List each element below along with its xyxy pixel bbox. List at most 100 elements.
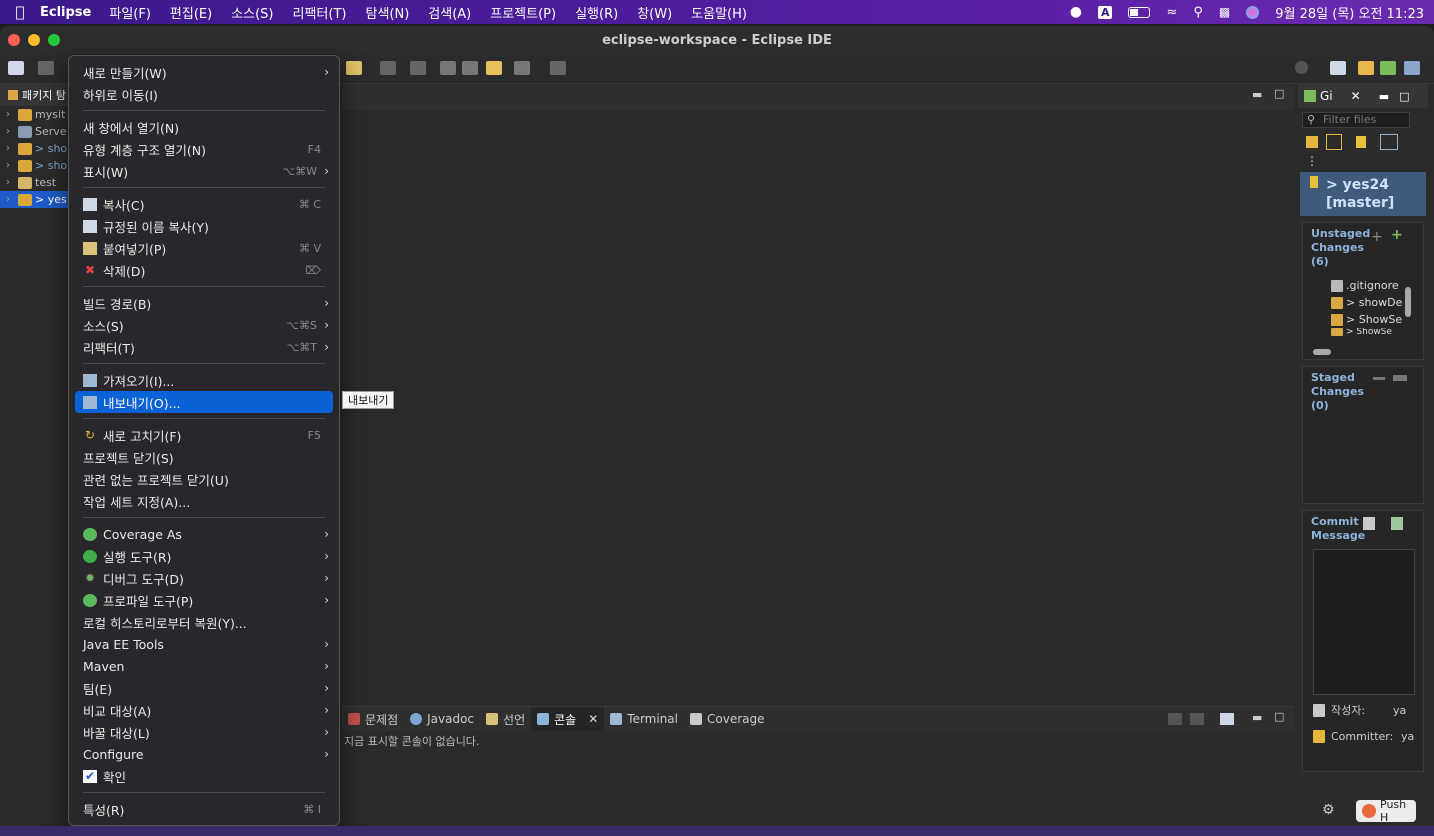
input-source-indicator[interactable]: A: [1097, 5, 1113, 19]
context-menu-item[interactable]: 관련 없는 프로젝트 닫기(U): [69, 468, 339, 490]
context-menu-item[interactable]: 프로젝트 닫기(S): [69, 446, 339, 468]
context-menu-item[interactable]: 유형 계층 구조 열기(N) F4: [69, 138, 339, 160]
last-edit-back-icon[interactable]: [440, 61, 456, 75]
console-pin-icon[interactable]: [1190, 713, 1204, 725]
maximize-icon[interactable]: □: [1399, 90, 1409, 103]
close-tab-icon[interactable]: ✕: [1351, 89, 1361, 103]
close-window-button[interactable]: [8, 34, 20, 46]
back-arrow-icon[interactable]: [486, 61, 502, 75]
context-menu-item[interactable]: 하위로 이동(I): [69, 83, 339, 105]
menu-help[interactable]: 도움말(H): [691, 3, 747, 22]
project-tree-item[interactable]: › > sho: [0, 140, 69, 157]
context-menu-item[interactable]: Java EE Tools ›: [69, 633, 339, 655]
open-console-icon[interactable]: [1220, 713, 1234, 725]
context-menu-item[interactable]: 작업 세트 지정(A)...: [69, 490, 339, 512]
chevron-right-icon[interactable]: ›: [6, 177, 18, 188]
commit-message-input[interactable]: [1313, 549, 1415, 695]
compare-mode-icon[interactable]: [1326, 134, 1342, 150]
context-menu-item[interactable]: ↻ 새로 고치기(F) F5: [69, 424, 339, 446]
close-tab-icon[interactable]: ✕: [588, 712, 598, 726]
wifi-icon[interactable]: ≈: [1166, 5, 1177, 20]
debug-perspective-icon[interactable]: [1404, 61, 1420, 75]
annotation-prev-icon[interactable]: [410, 61, 426, 75]
context-menu-item[interactable]: 규정된 이름 복사(Y): [69, 215, 339, 237]
remove-all-icon[interactable]: [1393, 375, 1407, 381]
project-tree-item[interactable]: › Serve: [0, 123, 69, 140]
siri-icon[interactable]: [1246, 5, 1260, 19]
git-perspective-icon[interactable]: [1380, 61, 1396, 75]
commit-template-icon[interactable]: [1363, 517, 1375, 530]
console-display-icon[interactable]: [1168, 713, 1182, 725]
chevron-right-icon[interactable]: ›: [6, 194, 18, 205]
add-all-icon[interactable]: +: [1391, 227, 1403, 243]
menu-navigate[interactable]: 탐색(N): [365, 3, 409, 22]
package-explorer-tab[interactable]: 패키지 탐: [0, 84, 69, 106]
tab-terminal[interactable]: Terminal: [604, 707, 684, 731]
context-menu-item[interactable]: 새로 만들기(W) ›: [69, 61, 339, 83]
save-icon[interactable]: [38, 61, 54, 75]
new-wizard-icon[interactable]: [8, 61, 24, 75]
chevron-right-icon[interactable]: ›: [6, 109, 18, 120]
menu-search[interactable]: 검색(A): [428, 3, 471, 22]
menu-project[interactable]: 프로젝트(P): [490, 3, 556, 22]
tab-console[interactable]: 콘솔 ✕: [531, 707, 605, 731]
tab-javadoc[interactable]: Javadoc: [404, 707, 480, 731]
add-selected-icon[interactable]: +: [1371, 229, 1383, 245]
context-menu-item[interactable]: 실행 도구(R) ›: [69, 545, 339, 567]
zoom-window-button[interactable]: [48, 34, 60, 46]
context-menu-item[interactable]: 표시(W) ⌥⌘W ›: [69, 160, 339, 182]
author-input[interactable]: ya: [1393, 704, 1406, 717]
chevron-right-icon[interactable]: ›: [6, 143, 18, 154]
menubar-clock[interactable]: 9월 28일 (목) 오전 11:23: [1275, 3, 1424, 22]
context-menu-item[interactable]: Configure ›: [69, 743, 339, 765]
tab-problems[interactable]: 문제점: [342, 707, 404, 731]
annotation-nav-icon[interactable]: [380, 61, 396, 75]
minimize-icon[interactable]: ▬: [1252, 711, 1262, 724]
last-edit-forward-icon[interactable]: [462, 61, 478, 75]
push-head-button[interactable]: Push H: [1356, 798, 1416, 824]
battery-icon[interactable]: [1128, 6, 1151, 18]
context-menu-item[interactable]: 빌드 경로(B) ›: [69, 292, 339, 314]
project-tree-item[interactable]: › test: [0, 174, 69, 191]
vertical-scrollbar[interactable]: [1405, 287, 1411, 317]
menu-run[interactable]: 실행(R): [575, 3, 618, 22]
open-perspective-icon[interactable]: [1330, 61, 1346, 75]
apple-icon[interactable]: : [0, 3, 40, 21]
menu-source[interactable]: 소스(S): [231, 3, 273, 22]
remove-selected-icon[interactable]: [1373, 377, 1385, 380]
control-center-icon[interactable]: ▩: [1219, 5, 1230, 19]
project-tree-item-selected[interactable]: › > yes: [0, 191, 69, 208]
git-filter-input[interactable]: ⚲ Filter files: [1302, 112, 1410, 128]
spotlight-search-icon[interactable]: ⚲: [1193, 5, 1203, 20]
context-menu-item[interactable]: ✖ 삭제(D) ⌦: [69, 259, 339, 281]
context-menu-item[interactable]: 내보내기(O)...: [75, 391, 333, 413]
horizontal-scrollbar[interactable]: [1313, 349, 1331, 355]
menu-edit[interactable]: 편집(E): [170, 3, 212, 22]
context-menu-item[interactable]: ✔ 확인: [69, 765, 339, 787]
minimize-icon[interactable]: ▬: [1252, 88, 1262, 101]
chevron-right-icon[interactable]: ›: [6, 126, 18, 137]
view-menu-icon[interactable]: ⋮: [1298, 154, 1428, 168]
project-tree-item[interactable]: › > sho: [0, 157, 69, 174]
context-menu-item[interactable]: 프로파일 도구(P) ›: [69, 589, 339, 611]
switch-layout-icon[interactable]: [1380, 134, 1398, 150]
project-tree-item[interactable]: › mysit: [0, 106, 69, 123]
app-menu-name[interactable]: Eclipse: [40, 5, 91, 20]
menu-window[interactable]: 창(W): [637, 3, 672, 22]
pin-editor-icon[interactable]: [550, 61, 566, 75]
context-menu-item[interactable]: 바꿀 대상(L) ›: [69, 721, 339, 743]
context-menu-item[interactable]: 특성(R) ⌘ I: [69, 798, 339, 820]
menu-file[interactable]: 파일(F): [109, 3, 151, 22]
maximize-icon[interactable]: □: [1274, 710, 1284, 723]
maximize-icon[interactable]: □: [1274, 87, 1284, 100]
minimize-window-button[interactable]: [28, 34, 40, 46]
menu-refactor[interactable]: 리팩터(T): [293, 3, 347, 22]
context-menu-item[interactable]: 복사(C) ⌘ C: [69, 193, 339, 215]
git-staging-tab[interactable]: Gi ✕ ▬ □: [1298, 84, 1428, 108]
context-menu-item[interactable]: 비교 대상(A) ›: [69, 699, 339, 721]
context-menu-item[interactable]: 팀(E) ›: [69, 677, 339, 699]
editor-area[interactable]: [342, 110, 1294, 726]
tab-coverage[interactable]: Coverage: [684, 707, 771, 731]
context-menu-item[interactable]: Coverage As ›: [69, 523, 339, 545]
minimize-icon[interactable]: ▬: [1379, 90, 1389, 103]
